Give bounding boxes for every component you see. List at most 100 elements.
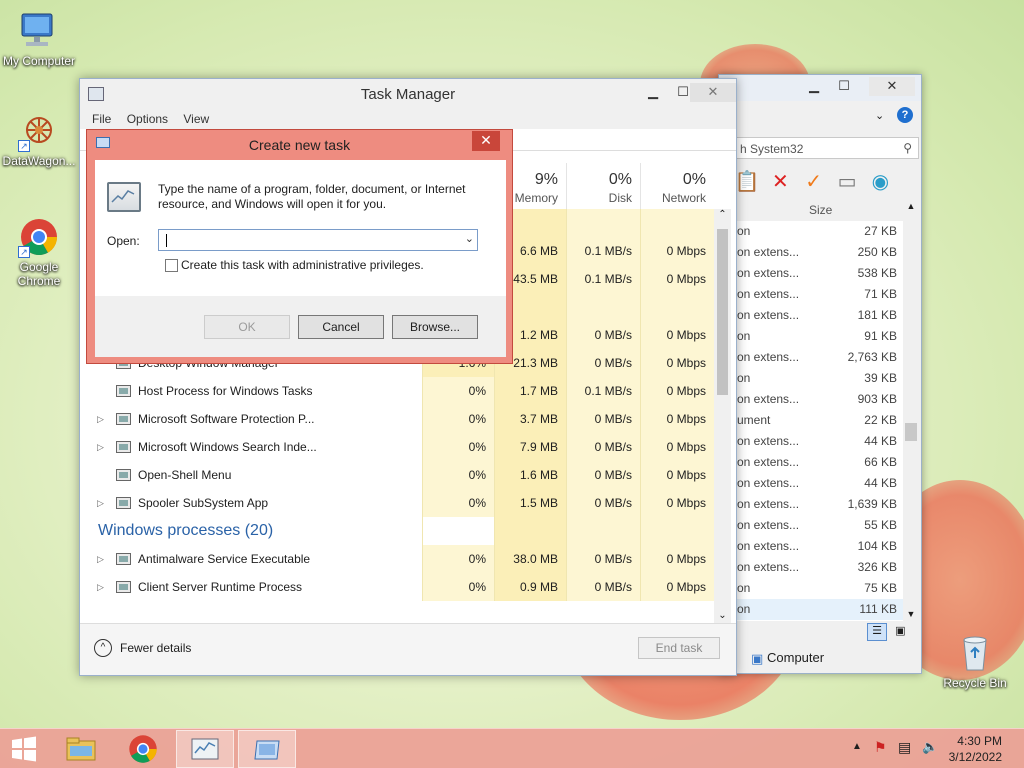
file-type: on extens... [737, 539, 800, 553]
expand-chevron-icon[interactable]: ▷ [97, 545, 104, 573]
dialog-close-button[interactable]: ✕ [472, 131, 500, 151]
expand-chevron-icon[interactable]: ▷ [97, 433, 104, 461]
menu-options[interactable]: Options [127, 112, 168, 126]
file-row[interactable]: on extens... 250 KB [733, 242, 903, 263]
thumbnail-view-icon[interactable]: ▣ [890, 624, 910, 642]
size-column-header[interactable]: Size [809, 203, 832, 217]
show-hidden-icons-button[interactable]: ▲ [852, 741, 862, 752]
scroll-thumb[interactable] [905, 423, 917, 441]
expand-chevron-icon[interactable]: ▷ [97, 405, 104, 433]
start-button[interactable] [0, 730, 48, 768]
process-row[interactable]: Host Process for Windows Tasks 0% 1.7 MB 0.… [80, 377, 714, 405]
clipboard-icon[interactable]: 📋 [733, 169, 761, 195]
file-size: 66 KB [864, 455, 897, 469]
maximize-button[interactable]: ☐ [831, 77, 857, 96]
desktop-icon-chrome[interactable]: ↗ Google Chrome [0, 216, 78, 288]
scroll-down-icon[interactable]: ▼ [903, 609, 919, 619]
taskbar-file-explorer[interactable] [52, 730, 110, 768]
file-row[interactable]: ument 22 KB [733, 410, 903, 431]
process-network-value: 0 Mbps [666, 468, 706, 482]
properties-icon[interactable]: ▭ [833, 169, 861, 195]
browse-button[interactable]: Browse... [392, 315, 478, 339]
clock[interactable]: 4:30 PM 3/12/2022 [949, 733, 1002, 765]
file-row[interactable]: on 111 KB [733, 599, 903, 620]
file-row[interactable]: on extens... 66 KB [733, 452, 903, 473]
desktop-icon-my-computer[interactable]: My Computer [0, 10, 78, 68]
file-row[interactable]: on extens... 538 KB [733, 263, 903, 284]
ok-button[interactable]: OK [204, 315, 290, 339]
dialog-body: Type the name of a program, folder, docu… [95, 160, 506, 357]
file-size: 44 KB [864, 476, 897, 490]
volume-muted-icon[interactable]: 🔈 [922, 739, 938, 755]
search-box[interactable]: h System32 ⚲ [733, 137, 919, 159]
minimize-button[interactable]: ▁ [640, 83, 666, 102]
expand-chevron-icon[interactable]: ▷ [97, 573, 104, 601]
checkmark-icon[interactable]: ✓ [800, 169, 828, 195]
file-row[interactable]: on extens... 903 KB [733, 389, 903, 410]
minimize-button[interactable]: ▁ [801, 77, 827, 96]
process-disk-value: 0 MB/s [594, 468, 632, 482]
file-row[interactable]: on 27 KB [733, 221, 903, 242]
process-row[interactable]: ▷ Microsoft Software Protection P... 0% 3.7… [80, 405, 714, 433]
file-row[interactable]: on extens... 44 KB [733, 431, 903, 452]
collapse-ribbon-icon[interactable]: ⌄ [875, 109, 884, 122]
process-memory-value: 1.6 MB [519, 468, 558, 482]
close-button[interactable]: ✕ [690, 83, 736, 102]
end-task-button[interactable]: End task [638, 637, 720, 659]
file-row[interactable]: on extens... 104 KB [733, 536, 903, 557]
column-header-network[interactable]: 0% Network [640, 163, 714, 209]
dropdown-arrow-icon[interactable]: ⌄ [465, 232, 474, 245]
fewer-details-button[interactable]: ^ Fewer details [94, 638, 191, 658]
scroll-thumb[interactable] [717, 229, 728, 395]
taskbar-chrome[interactable] [114, 730, 172, 768]
close-button[interactable]: ✕ [869, 77, 915, 96]
globe-icon[interactable]: ◉ [866, 169, 894, 195]
taskbar-run-dialog[interactable] [238, 730, 296, 768]
desktop-icon-datawagon[interactable]: ↗ DataWagon... [0, 110, 78, 168]
action-center-flag-icon[interactable]: ⚑ [874, 739, 887, 756]
process-row[interactable]: ▷ Antimalware Service Executable 0% 38.0 MB… [80, 545, 714, 573]
cancel-button[interactable]: Cancel [298, 315, 384, 339]
process-row[interactable]: ▷ Client Server Runtime Process 0% 0.9 MB 0 … [80, 573, 714, 601]
explorer-scrollbar[interactable]: ▲ ▼ [903, 201, 919, 621]
file-row[interactable]: on extens... 44 KB [733, 473, 903, 494]
file-row[interactable]: on extens... 71 KB [733, 284, 903, 305]
menu-file[interactable]: File [92, 112, 111, 126]
menu-view[interactable]: View [183, 112, 209, 126]
open-input[interactable]: ⌄ [158, 229, 478, 251]
recycle-bin-icon [954, 632, 996, 674]
file-row[interactable]: on 75 KB [733, 578, 903, 599]
file-row[interactable]: on extens... 326 KB [733, 557, 903, 578]
taskbar-task-manager[interactable] [176, 730, 234, 768]
process-icon [116, 553, 131, 565]
process-row[interactable]: Open-Shell Menu 0% 1.6 MB 0 MB/s 0 Mbps [80, 461, 714, 489]
desktop-icon-recycle-bin[interactable]: Recycle Bin [936, 632, 1014, 690]
file-row[interactable]: on extens... 181 KB [733, 305, 903, 326]
heat-cell-bg [422, 517, 494, 545]
file-row[interactable]: on extens... 55 KB [733, 515, 903, 536]
computer-icon: ▣ [751, 651, 764, 666]
delete-icon[interactable]: ✕ [766, 169, 794, 195]
scroll-up-icon[interactable]: ▲ [903, 201, 919, 211]
details-view-icon[interactable]: ☰ [867, 623, 887, 641]
process-icon [116, 469, 131, 481]
scroll-down-icon[interactable]: ⌄ [714, 610, 731, 621]
scroll-up-icon[interactable]: ⌃ [714, 209, 731, 220]
shortcut-arrow-icon: ↗ [18, 140, 30, 152]
process-list-scrollbar[interactable]: ⌃ ⌄ [714, 209, 731, 623]
file-size: 71 KB [864, 287, 897, 301]
admin-privileges-checkbox[interactable]: Create this task with administrative pri… [165, 259, 424, 272]
file-row[interactable]: on extens... 2,763 KB [733, 347, 903, 368]
network-icon[interactable]: ▤ [898, 739, 911, 756]
help-icon[interactable]: ? [897, 107, 913, 123]
file-row[interactable]: on 91 KB [733, 326, 903, 347]
checkbox-box[interactable] [165, 259, 178, 272]
explorer-status: ▣ Computer [733, 647, 919, 669]
process-disk-value: 0 MB/s [594, 580, 632, 594]
file-row[interactable]: on 39 KB [733, 368, 903, 389]
column-header-disk[interactable]: 0% Disk [566, 163, 640, 209]
process-row[interactable]: ▷ Microsoft Windows Search Inde... 0% 7.9 M… [80, 433, 714, 461]
file-row[interactable]: on extens... 1,639 KB [733, 494, 903, 515]
process-row[interactable]: ▷ Spooler SubSystem App 0% 1.5 MB 0 MB/s 0 Mb… [80, 489, 714, 517]
expand-chevron-icon[interactable]: ▷ [97, 489, 104, 517]
